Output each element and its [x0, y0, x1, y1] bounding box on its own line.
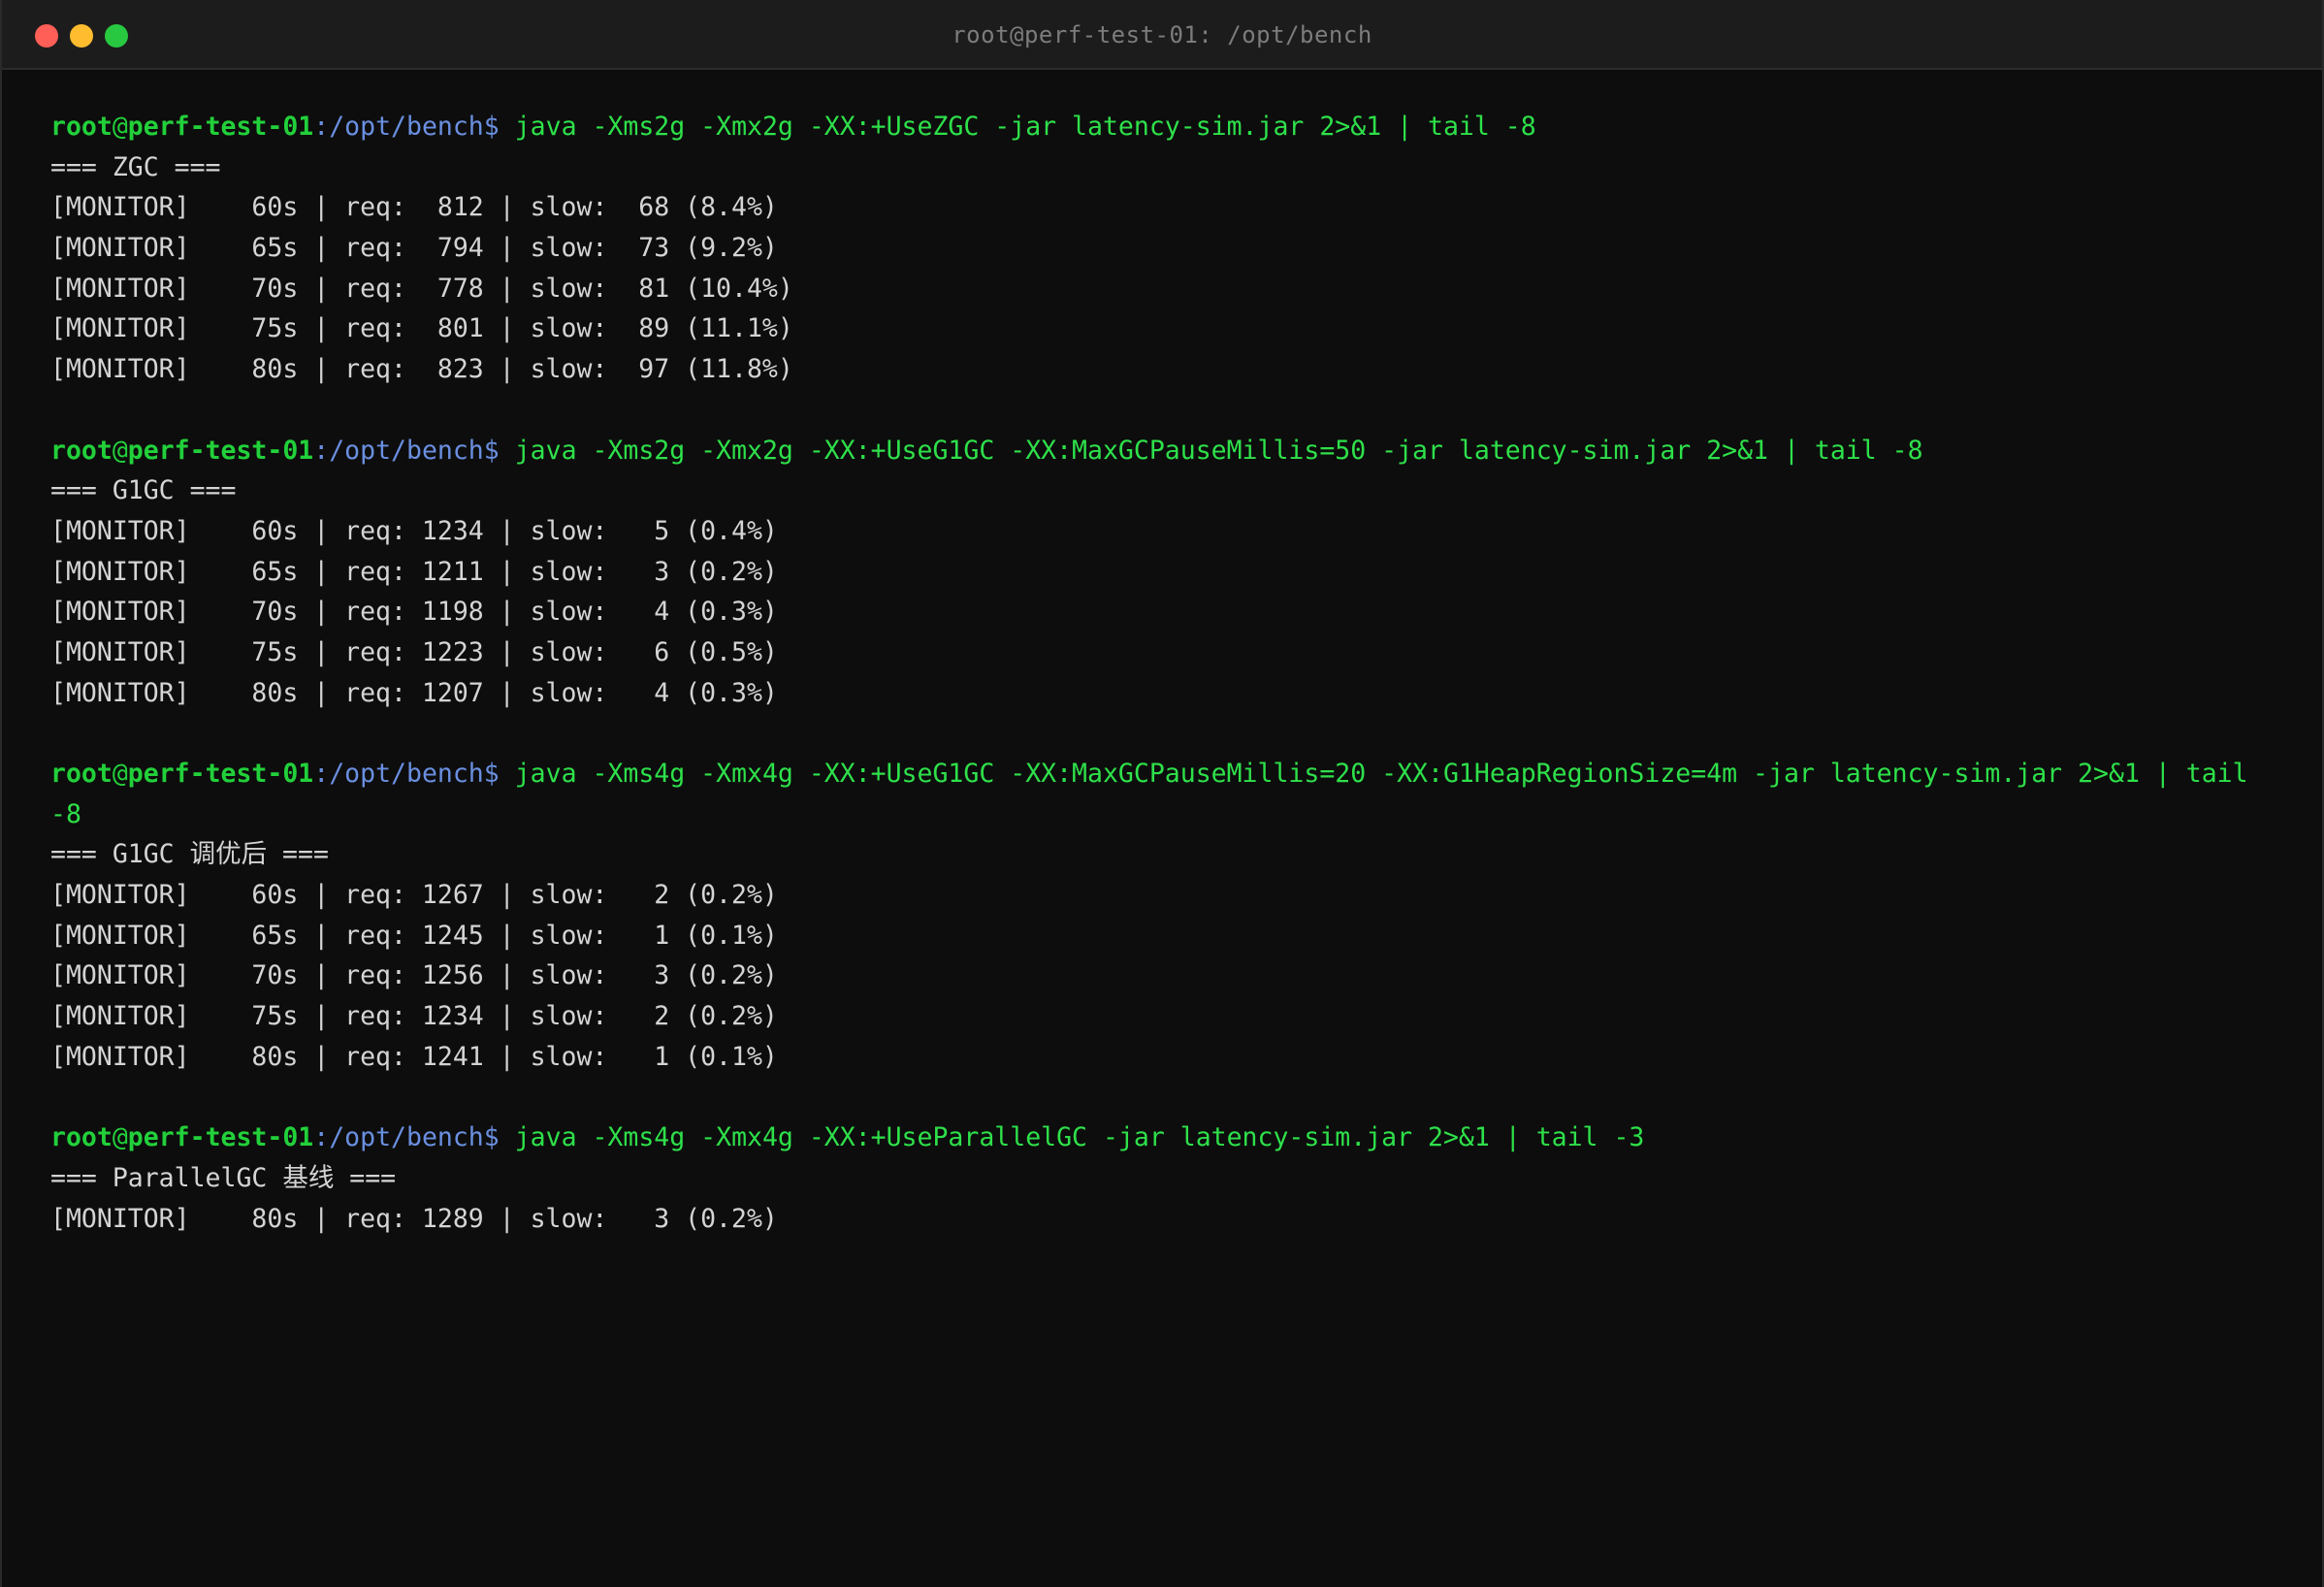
prompt-line: root@perf-test-01:/opt/bench$ java -Xms4… [50, 1117, 2281, 1158]
section-header: === ZGC === [50, 151, 221, 182]
prompt-dollar: $ [483, 435, 500, 466]
prompt-path: /opt/bench [329, 112, 484, 142]
prompt-line: root@perf-test-01:/opt/bench$ java -Xms2… [50, 431, 2281, 471]
section-header: === ParallelGC 基线 === [50, 1162, 397, 1193]
section-header: === G1GC === [50, 475, 237, 506]
prompt-dollar: $ [483, 112, 500, 142]
prompt-user: root [50, 759, 113, 789]
prompt-path: /opt/bench [329, 759, 484, 789]
prompt-user: root [50, 435, 113, 466]
monitor-line: [MONITOR] 75s | req: 1234 | slow: 2 (0.2… [50, 1001, 778, 1032]
monitor-line: [MONITOR] 75s | req: 1223 | slow: 6 (0.5… [50, 636, 778, 667]
prompt-host: perf-test-01 [127, 1122, 314, 1153]
prompt-host: perf-test-01 [127, 435, 314, 466]
command-text: java -Xms2g -Xmx2g -XX:+UseZGC -jar late… [514, 112, 1536, 142]
monitor-line: [MONITOR] 70s | req: 1256 | slow: 3 (0.2… [50, 960, 778, 991]
prompt-dollar: $ [483, 1122, 500, 1153]
command-continuation-line: -8 [50, 794, 2281, 835]
monitor-line: [MONITOR] 80s | req: 1207 | slow: 4 (0.3… [50, 677, 778, 708]
monitor-line: [MONITOR] 80s | req: 1289 | slow: 3 (0.2… [50, 1203, 778, 1234]
prompt-path: /opt/bench [329, 435, 484, 466]
prompt-line: root@perf-test-01:/opt/bench$ java -Xms2… [50, 107, 2281, 147]
monitor-line: [MONITOR] 65s | req: 794 | slow: 73 (9.2… [50, 233, 778, 264]
prompt-colon: : [313, 435, 330, 466]
prompt-host: perf-test-01 [127, 112, 314, 142]
prompt-user: root [50, 1122, 113, 1153]
monitor-line: [MONITOR] 60s | req: 812 | slow: 68 (8.4… [50, 192, 778, 223]
prompt-at: @ [112, 112, 128, 142]
prompt-colon: : [313, 112, 330, 142]
prompt-at: @ [112, 1122, 128, 1153]
monitor-line: [MONITOR] 80s | req: 823 | slow: 97 (11.… [50, 354, 793, 385]
monitor-line: [MONITOR] 60s | req: 1234 | slow: 5 (0.4… [50, 515, 778, 546]
command-continuation: -8 [50, 798, 81, 829]
monitor-line: [MONITOR] 60s | req: 1267 | slow: 2 (0.2… [50, 880, 778, 911]
prompt-line: root@perf-test-01:/opt/bench$ java -Xms4… [50, 754, 2281, 794]
prompt-colon: : [313, 759, 330, 789]
command-text: java -Xms4g -Xmx4g -XX:+UseParallelGC -j… [514, 1122, 1645, 1153]
monitor-line: [MONITOR] 70s | req: 778 | slow: 81 (10.… [50, 273, 793, 304]
prompt-dollar: $ [483, 759, 500, 789]
terminal-output[interactable]: root@perf-test-01:/opt/bench$ java -Xms2… [50, 107, 2281, 1239]
monitor-line: [MONITOR] 65s | req: 1245 | slow: 1 (0.1… [50, 920, 778, 951]
command-text: java -Xms2g -Xmx2g -XX:+UseG1GC -XX:MaxG… [514, 435, 1923, 466]
prompt-colon: : [313, 1122, 330, 1153]
prompt-path: /opt/bench [329, 1122, 484, 1153]
terminal-window: root@perf-test-01: /opt/bench root@perf-… [0, 0, 2324, 1587]
section-header: === G1GC 调优后 === [50, 839, 329, 870]
window-title: root@perf-test-01: /opt/bench [952, 21, 1372, 49]
prompt-at: @ [112, 435, 128, 466]
prompt-at: @ [112, 759, 128, 789]
monitor-line: [MONITOR] 70s | req: 1198 | slow: 4 (0.3… [50, 597, 778, 628]
title-bar[interactable]: root@perf-test-01: /opt/bench [2, 0, 2322, 70]
monitor-line: [MONITOR] 80s | req: 1241 | slow: 1 (0.1… [50, 1041, 778, 1072]
monitor-line: [MONITOR] 65s | req: 1211 | slow: 3 (0.2… [50, 556, 778, 587]
monitor-line: [MONITOR] 75s | req: 801 | slow: 89 (11.… [50, 313, 793, 344]
prompt-user: root [50, 112, 113, 142]
command-text: java -Xms4g -Xmx4g -XX:+UseG1GC -XX:MaxG… [514, 759, 2248, 789]
prompt-host: perf-test-01 [127, 759, 314, 789]
